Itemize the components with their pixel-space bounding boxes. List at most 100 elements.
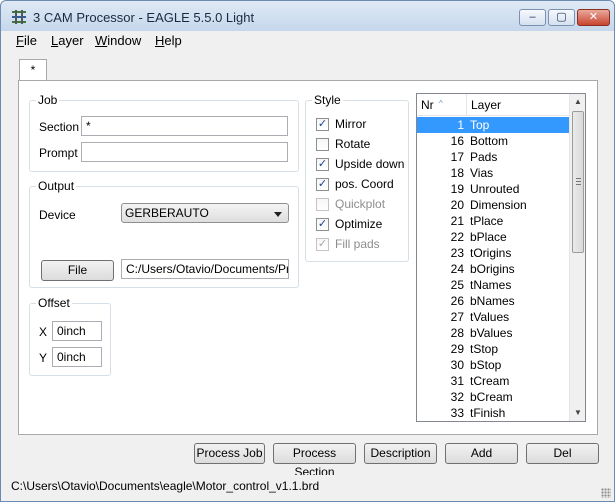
layer-name: tCream xyxy=(470,374,510,388)
style-option-label: Upside down xyxy=(335,157,405,171)
menu-window[interactable]: Window xyxy=(95,33,141,48)
section-input[interactable]: * xyxy=(81,116,288,136)
layer-number: 1 xyxy=(457,118,464,132)
scroll-up-icon[interactable]: ▲ xyxy=(570,94,585,110)
layer-number: 29 xyxy=(450,342,464,356)
description-button[interactable]: Description xyxy=(364,443,437,464)
layer-name: Pads xyxy=(470,150,498,164)
layer-row[interactable]: 33 tFinish xyxy=(417,405,570,421)
layer-row[interactable]: 19 Unrouted xyxy=(417,181,570,197)
checkbox-checked-icon[interactable]: ✓ xyxy=(316,178,329,191)
close-icon: ✕ xyxy=(588,11,599,23)
prompt-label: Prompt xyxy=(39,146,78,160)
layer-row[interactable]: 26 bNames xyxy=(417,293,570,309)
layer-list-scrollbar[interactable]: ▲ ▼ xyxy=(569,94,585,421)
layer-name: tPlace xyxy=(470,214,504,228)
prompt-input[interactable] xyxy=(81,142,288,162)
layer-name: tValues xyxy=(470,310,510,324)
layer-number: 22 xyxy=(450,230,464,244)
column-header-nr[interactable]: Nr ^ xyxy=(417,94,467,116)
layer-row[interactable]: 20 Dimension xyxy=(417,197,570,213)
checkbox-unchecked-icon[interactable] xyxy=(316,138,329,151)
layer-number: 30 xyxy=(450,358,464,372)
eagle-app-icon xyxy=(12,10,26,24)
layer-name: bPlace xyxy=(470,230,507,244)
layer-name: bNames xyxy=(470,294,515,308)
layer-row[interactable]: 24 bOrigins xyxy=(417,261,570,277)
layer-name: tStop xyxy=(470,342,499,356)
offset-group: Offset X 0inch Y 0inch xyxy=(29,296,111,376)
resize-grip-icon[interactable] xyxy=(601,488,611,498)
layer-number: 27 xyxy=(450,310,464,324)
menu-help[interactable]: Help xyxy=(155,33,182,48)
scroll-thumb[interactable] xyxy=(572,111,584,253)
layer-row[interactable]: 21 tPlace xyxy=(417,213,570,229)
layer-name: bCream xyxy=(470,390,513,404)
style-option-label: Quickplot xyxy=(335,197,386,211)
layer-row[interactable]: 25 tNames xyxy=(417,277,570,293)
layer-row[interactable]: 22 bPlace xyxy=(417,229,570,245)
layer-rows: 1 Top 16 Bottom 17 Pads 18 Vias 19 Unrouted 20 Dime… xyxy=(417,117,570,421)
layer-row[interactable]: 16 Bottom xyxy=(417,133,570,149)
status-board-path: C:\Users\Otavio\Documents\eagle\Motor_co… xyxy=(11,479,320,493)
add-button[interactable]: Add xyxy=(445,443,518,464)
grip-icon xyxy=(576,178,581,185)
del-button[interactable]: Del xyxy=(526,443,599,464)
layer-row[interactable]: 31 tCream xyxy=(417,373,570,389)
process-job-button[interactable]: Process Job xyxy=(194,443,265,464)
style-option-label: Rotate xyxy=(335,137,371,151)
column-header-layer[interactable]: Layer xyxy=(467,94,570,116)
minimize-button[interactable]: – xyxy=(519,9,546,26)
chevron-down-icon xyxy=(274,212,282,217)
section-label: Section xyxy=(39,120,80,134)
offset-x-input[interactable]: 0inch xyxy=(52,321,102,341)
title-bar[interactable]: 3 CAM Processor - EAGLE 5.5.0 Light – ▢ … xyxy=(1,1,614,31)
style-option-label: Fill pads xyxy=(335,237,380,251)
layer-number: 16 xyxy=(450,134,464,148)
section-panel: Job Section * Prompt Output Device GERBE… xyxy=(18,80,598,435)
output-file-input[interactable]: C:/Users/Otavio/Documents/Proce xyxy=(121,259,289,279)
checkbox-checked-icon[interactable]: ✓ xyxy=(316,158,329,171)
layer-row[interactable]: 17 Pads xyxy=(417,149,570,165)
offset-x-label: X xyxy=(39,325,48,339)
file-button[interactable]: File xyxy=(41,260,114,281)
layer-row[interactable]: 18 Vias xyxy=(417,165,570,181)
layer-row[interactable]: 30 bStop xyxy=(417,357,570,373)
layer-name: Top xyxy=(470,118,490,132)
scroll-down-icon[interactable]: ▼ xyxy=(570,405,585,421)
layer-row[interactable]: 29 tStop xyxy=(417,341,570,357)
layer-row[interactable]: 32 bCream xyxy=(417,389,570,405)
tab-section[interactable]: * xyxy=(19,59,47,81)
layer-row[interactable]: 23 tOrigins xyxy=(417,245,570,261)
process-section-button[interactable]: Process Section xyxy=(273,443,356,479)
layer-row[interactable]: 1 Top xyxy=(417,117,570,133)
layer-name: bStop xyxy=(470,358,502,372)
checkbox-checked-icon: ✓ xyxy=(316,238,329,251)
style-legend: Style xyxy=(312,93,343,107)
minimize-icon: – xyxy=(529,11,536,23)
checkbox-checked-icon[interactable]: ✓ xyxy=(316,218,329,231)
layer-number: 20 xyxy=(450,198,464,212)
layer-name: tNames xyxy=(470,278,512,292)
layer-row[interactable]: 27 tValues xyxy=(417,309,570,325)
layer-number: 19 xyxy=(450,182,464,196)
job-legend: Job xyxy=(36,93,60,107)
layer-number: 23 xyxy=(450,246,464,260)
checkbox-checked-icon[interactable]: ✓ xyxy=(316,118,329,131)
maximize-button[interactable]: ▢ xyxy=(548,9,575,26)
offset-y-label: Y xyxy=(39,351,48,365)
menu-file[interactable]: File xyxy=(16,33,37,48)
layer-name: bValues xyxy=(470,326,513,340)
layer-list-header: Nr ^ Layer xyxy=(417,94,570,116)
style-option-label: pos. Coord xyxy=(335,177,394,191)
layer-number: 18 xyxy=(450,166,464,180)
layer-list[interactable]: Nr ^ Layer 1 Top 16 Bottom 17 Pads 18 Vias 19 Unr… xyxy=(416,93,586,422)
close-button[interactable]: ✕ xyxy=(577,9,610,26)
device-select[interactable]: GERBERAUTO xyxy=(121,203,289,223)
layer-number: 24 xyxy=(450,262,464,276)
menu-layer[interactable]: Layer xyxy=(51,33,84,48)
layer-row[interactable]: 28 bValues xyxy=(417,325,570,341)
column-layer-label: Layer xyxy=(471,98,502,112)
menu-bar: File Layer Window Help xyxy=(1,31,614,51)
offset-y-input[interactable]: 0inch xyxy=(52,347,102,367)
